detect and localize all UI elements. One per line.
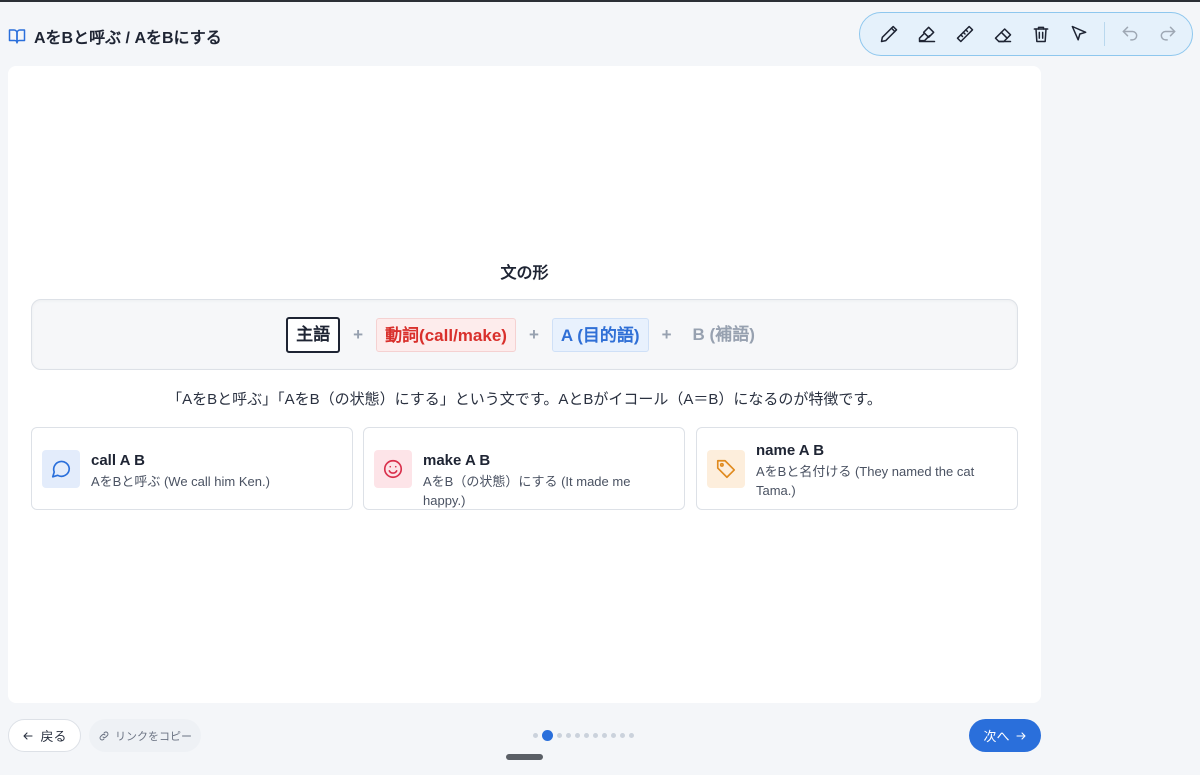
home-indicator xyxy=(506,754,543,760)
page-dot-active[interactable] xyxy=(542,729,553,741)
link-icon xyxy=(99,731,109,740)
pattern-description: 「AをBと呼ぶ」「AをB（の状態）にする」という文です。AとBがイコール（A＝B… xyxy=(167,391,882,408)
clear-tool-button[interactable] xyxy=(1022,15,1060,53)
tag-icon xyxy=(707,450,745,488)
example-text: AをBと名付ける (They named the cat Tama.) xyxy=(756,464,975,498)
undo-icon xyxy=(1122,26,1138,41)
pattern-plus: + xyxy=(528,324,539,344)
lesson-title: AをBと呼ぶ / AをBにする xyxy=(8,24,222,48)
sentence-pattern: 主語 + 動詞(call/make) + A (目的語) + B (補語) xyxy=(32,300,1017,369)
arrow-left-icon xyxy=(23,731,34,740)
book-open-icon xyxy=(8,27,26,45)
page-dot[interactable] xyxy=(602,732,607,738)
sentence-pattern-box: 主語 + 動詞(call/make) + A (目的語) + B (補語) xyxy=(31,299,1018,370)
redo-icon xyxy=(1160,26,1176,41)
page-indicator xyxy=(533,728,634,742)
example-card-call: call A B AをBと呼ぶ (We call him Ken.) xyxy=(31,427,353,510)
copy-link-label: リンクをコピー xyxy=(115,730,192,743)
smile-icon xyxy=(374,450,412,488)
highlighter-icon xyxy=(918,26,936,43)
redo-button[interactable] xyxy=(1149,15,1187,53)
example-card-make: make A B AをB（の状態）にする (It made me happy.) xyxy=(363,427,685,510)
lesson-title-text: AをBと呼ぶ / AをBにする xyxy=(34,30,222,47)
pointer-tool-button[interactable] xyxy=(1060,15,1098,53)
highlighter-tool-button[interactable] xyxy=(908,15,946,53)
pattern-subject: 主語 xyxy=(286,316,341,353)
ruler-tool-button[interactable] xyxy=(946,15,984,53)
pattern-complement: B (補語) xyxy=(692,324,755,344)
pointer-icon xyxy=(1071,25,1087,41)
example-title: name A B xyxy=(756,442,825,459)
example-title: make A B xyxy=(423,452,491,469)
eraser-tool-button[interactable] xyxy=(984,15,1022,53)
lesson-slide: 文の形 主語 + 動詞(call/make) + A (目的語) + B (補語… xyxy=(8,66,1041,703)
page-dot[interactable] xyxy=(584,732,589,738)
pen-tool-button[interactable] xyxy=(870,15,908,53)
copy-link-button[interactable]: リンクをコピー xyxy=(89,719,201,752)
next-button[interactable]: 次へ xyxy=(969,719,1041,752)
arrow-right-icon xyxy=(1015,731,1026,740)
page-dot[interactable] xyxy=(593,732,598,738)
trash-icon xyxy=(1033,26,1049,43)
section-title: 文の形 xyxy=(500,265,549,282)
page-dot[interactable] xyxy=(611,732,616,738)
pattern-verb: 動詞(call/make) xyxy=(376,317,516,352)
drawing-toolbar xyxy=(859,12,1193,56)
page-dot[interactable] xyxy=(629,732,634,738)
speech-bubble-icon xyxy=(42,450,80,488)
page-dot[interactable] xyxy=(557,732,562,738)
toolbar-divider xyxy=(1104,22,1105,46)
ruler-icon xyxy=(956,25,974,43)
example-title: call A B xyxy=(91,452,145,469)
pattern-plus: + xyxy=(661,324,672,344)
pattern-object: A (目的語) xyxy=(551,317,649,352)
page-dot[interactable] xyxy=(575,732,580,738)
eraser-icon xyxy=(994,28,1012,43)
back-button[interactable]: 戻る xyxy=(8,719,81,752)
page-dot[interactable] xyxy=(620,732,625,738)
undo-button[interactable] xyxy=(1111,15,1149,53)
page-dot[interactable] xyxy=(566,732,571,738)
pattern-plus: + xyxy=(353,324,364,344)
example-text: AをB（の状態）にする (It made me happy.) xyxy=(423,474,631,508)
back-button-label: 戻る xyxy=(40,729,67,744)
pen-icon xyxy=(880,25,898,43)
next-button-label: 次へ xyxy=(983,729,1010,744)
page-dot[interactable] xyxy=(533,732,538,738)
example-card-name: name A B AをBと名付ける (They named the cat Ta… xyxy=(696,427,1018,510)
example-text: AをBと呼ぶ (We call him Ken.) xyxy=(91,474,270,489)
